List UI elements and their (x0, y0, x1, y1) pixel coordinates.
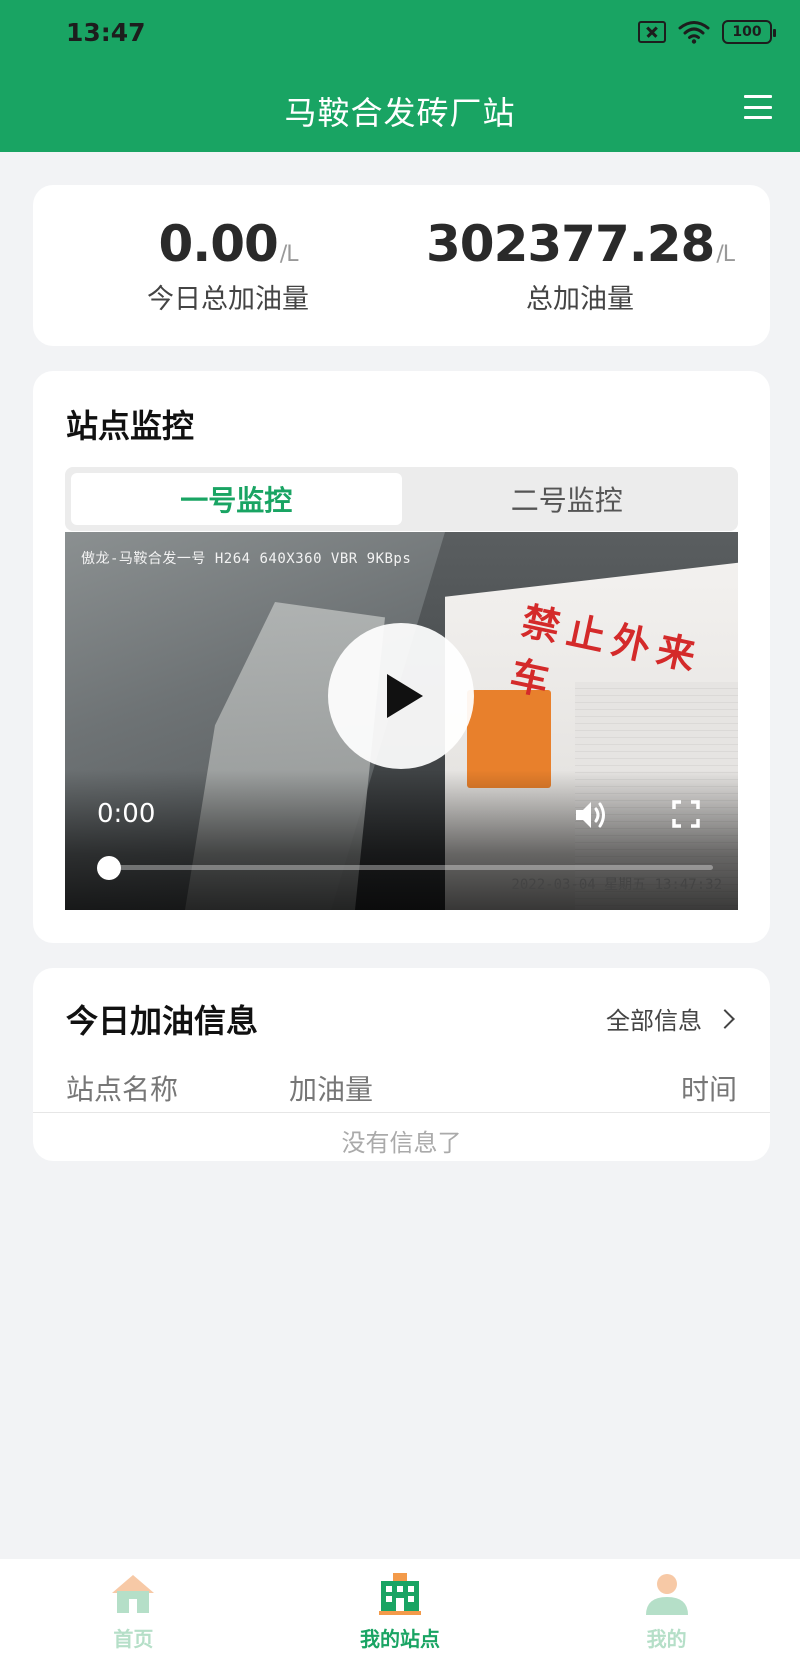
section-title: 站点监控 (66, 407, 195, 445)
total-fuel-value: 302377.28/L (426, 215, 735, 273)
divider (33, 1112, 770, 1113)
nav-label: 我的站点 (360, 1627, 440, 1651)
nav-item-home[interactable]: 首页 (0, 1559, 267, 1662)
status-icons: 100 (638, 20, 776, 44)
tab-camera-2[interactable]: 二号监控 (402, 473, 733, 525)
sim-off-icon (638, 21, 666, 43)
video-player[interactable]: 禁止外来车 傲龙-马鞍合发一号 H264 640X360 VBR 9KBps 2… (65, 532, 738, 910)
today-fuel-stat: 0.00/L 今日总加油量 (63, 215, 393, 316)
nav-item-mine[interactable]: 我的 (533, 1559, 800, 1662)
monitor-tabs: 一号监控 二号监控 (65, 467, 738, 531)
play-button[interactable] (328, 623, 474, 769)
app-header: 13:47 100 马鞍合发砖厂站 (0, 0, 800, 152)
column-header-station: 站点名称 (66, 1073, 179, 1106)
nav-label: 我的 (646, 1627, 687, 1651)
today-fuel-value: 0.00/L (158, 215, 299, 273)
video-current-time: 0:00 (97, 799, 156, 829)
today-fuel-label: 今日总加油量 (147, 284, 309, 315)
nav-label: 首页 (113, 1627, 154, 1651)
column-header-amount: 加油量 (289, 1073, 374, 1106)
wifi-icon (678, 20, 710, 44)
video-timestamp: 2022-03-04 星期五 13:47:32 (511, 877, 722, 893)
today-fuel-info-card: 今日加油信息 全部信息 站点名称 加油量 时间 没有信息了 (33, 968, 770, 1161)
bottom-nav: 首页 我的站点 我的 (0, 1559, 800, 1662)
unit-label: /L (279, 242, 299, 267)
status-time: 13:47 (66, 18, 146, 47)
building-icon (379, 1573, 421, 1615)
home-icon (112, 1575, 155, 1613)
column-header-time: 时间 (680, 1073, 737, 1106)
all-info-link[interactable]: 全部信息 (606, 1001, 735, 1036)
user-icon (645, 1574, 688, 1615)
video-osd-text: 傲龙-马鞍合发一号 H264 640X360 VBR 9KBps (81, 551, 412, 567)
video-progress-track[interactable] (109, 865, 713, 870)
tab-camera-1[interactable]: 一号监控 (71, 473, 402, 525)
total-fuel-stat: 302377.28/L 总加油量 (415, 215, 745, 316)
unit-label: /L (716, 242, 735, 267)
fuel-stats-card: 0.00/L 今日总加油量 302377.28/L 总加油量 (33, 185, 770, 346)
empty-state-text: 没有信息了 (341, 1129, 462, 1157)
section-title: 今日加油信息 (66, 1002, 259, 1040)
chevron-right-icon (715, 1008, 735, 1029)
volume-icon[interactable] (573, 798, 609, 836)
total-fuel-label: 总加油量 (526, 284, 634, 315)
station-monitor-card: 站点监控 一号监控 二号监控 禁止外来车 傲龙-马鞍合发一号 H264 640X… (33, 371, 770, 943)
battery-icon: 100 (722, 20, 776, 44)
all-info-label: 全部信息 (606, 1007, 702, 1035)
nav-item-my-station[interactable]: 我的站点 (267, 1559, 534, 1662)
fullscreen-icon[interactable] (672, 800, 700, 832)
menu-icon[interactable] (744, 95, 772, 119)
page-title: 马鞍合发砖厂站 (284, 94, 516, 132)
video-progress-thumb[interactable] (97, 856, 121, 880)
battery-level: 100 (732, 24, 762, 40)
play-icon (387, 674, 423, 718)
